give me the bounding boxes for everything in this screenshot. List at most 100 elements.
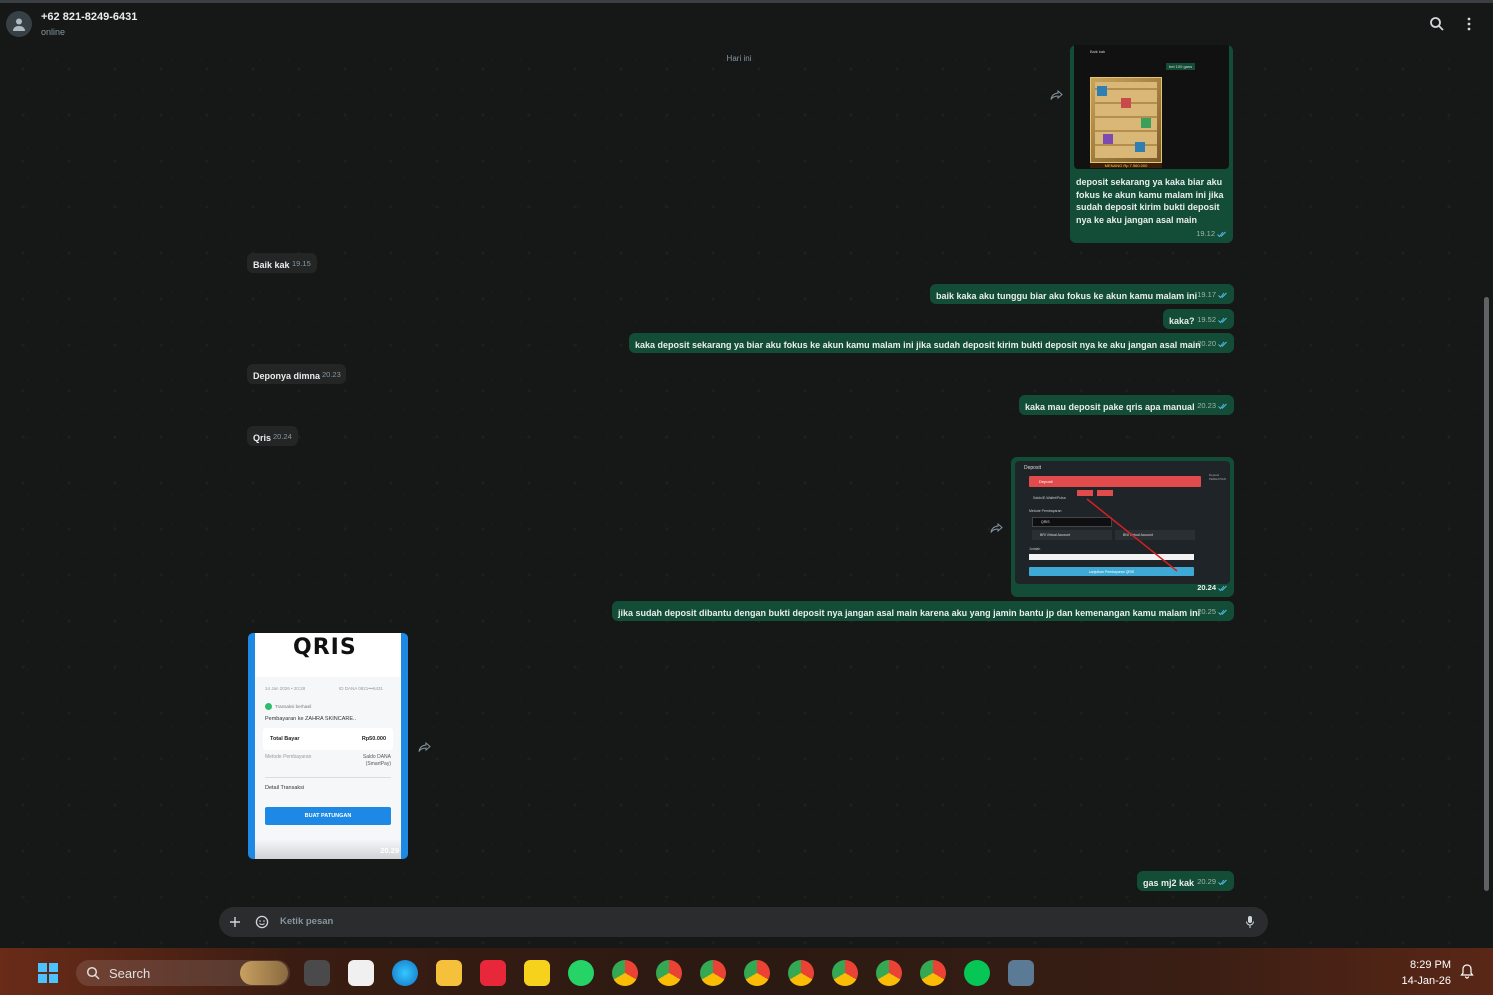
- message-bubble-out[interactable]: baik kaka aku tunggu biar aku fokus ke a…: [930, 284, 1234, 304]
- taskbar-clock[interactable]: 8:29 PM 14-Jan-26: [1401, 957, 1451, 989]
- qris-receipt-image[interactable]: QRIS 14 Jan 2026 • 20:28 ID DANA 0821•••…: [248, 633, 408, 859]
- success-icon: [265, 703, 272, 710]
- chrome-icon[interactable]: [612, 960, 638, 986]
- message-time: 20.29: [1197, 877, 1216, 886]
- whatsapp-icon[interactable]: [568, 960, 594, 986]
- receipt-method-label: Metode Pembayaran: [265, 754, 312, 760]
- sticker-icon[interactable]: [255, 915, 269, 929]
- message-time: 20.20: [1197, 339, 1216, 348]
- message-text: kaka?: [1169, 316, 1195, 326]
- message-time: 20.23: [1197, 401, 1216, 410]
- contact-avatar[interactable]: [6, 11, 32, 37]
- app-icon[interactable]: [1008, 960, 1034, 986]
- chrome-icon[interactable]: [788, 960, 814, 986]
- message-input[interactable]: Ketik pesan: [280, 916, 333, 927]
- message-time: 20.23: [322, 370, 341, 379]
- message-text: deposit sekarang ya kaka biar aku fokus …: [1076, 177, 1224, 225]
- receipt-date: 14 Jan 2026 • 20:28: [265, 686, 306, 691]
- message-text: baik kaka aku tunggu biar aku fokus ke a…: [936, 291, 1198, 301]
- person-icon: [13, 18, 25, 31]
- message-composer[interactable]: Ketik pesan: [219, 907, 1268, 937]
- search-icon[interactable]: [1428, 15, 1446, 33]
- message-bubble-out[interactable]: Baik kak bet 100 gans MENANG Rp 7.560.00…: [1070, 45, 1233, 243]
- message-time: 20.29: [380, 846, 399, 855]
- edge-icon[interactable]: [392, 960, 418, 986]
- chrome-icon[interactable]: [920, 960, 946, 986]
- chrome-icon[interactable]: [656, 960, 682, 986]
- message-time: 19.15: [292, 259, 311, 268]
- windows-start-icon[interactable]: [37, 962, 59, 984]
- forward-icon[interactable]: [990, 521, 1004, 533]
- chrome-icon[interactable]: [744, 960, 770, 986]
- chrome-icon[interactable]: [700, 960, 726, 986]
- chat-scrollbar[interactable]: [1484, 297, 1489, 891]
- taskbar-search[interactable]: Search: [76, 960, 290, 986]
- chrome-icon[interactable]: [832, 960, 858, 986]
- deposit-tab: Deposit: [1029, 476, 1201, 487]
- forward-icon[interactable]: [418, 740, 432, 752]
- forward-icon[interactable]: [1050, 88, 1064, 100]
- slot-game-image[interactable]: Baik kak bet 100 gans MENANG Rp 7.560.00…: [1074, 45, 1229, 169]
- clock-time: 8:29 PM: [1410, 959, 1451, 971]
- chat-header[interactable]: +62 821-8249-6431 online: [0, 0, 1493, 45]
- microphone-icon[interactable]: [1245, 915, 1255, 929]
- contact-status: online: [41, 27, 66, 37]
- deposit-amount-label: Jumlah: [1029, 547, 1041, 551]
- message-time: 20.25: [1197, 607, 1216, 616]
- red-arrow-annotation: [1086, 498, 1178, 572]
- wps-office-icon[interactable]: [480, 960, 506, 986]
- message-bubble-in[interactable]: Deponya dimna 20.23: [247, 364, 346, 384]
- slot-caption: Baik kak: [1090, 49, 1106, 54]
- day-separator: Hari ini: [726, 54, 752, 63]
- slot-reels: [1090, 77, 1162, 163]
- message-text: gas mj2 kak: [1143, 878, 1195, 888]
- message-time: 19.52: [1197, 315, 1216, 324]
- deposit-title: Deposit: [1024, 465, 1041, 471]
- message-bubble-in[interactable]: Baik kak 19.15: [247, 253, 317, 273]
- notification-bell-icon[interactable]: [1459, 963, 1475, 979]
- attach-plus-icon[interactable]: [229, 916, 241, 928]
- read-receipt-icon: [1218, 341, 1227, 348]
- read-receipt-icon: [1218, 292, 1227, 299]
- message-text: jika sudah deposit dibantu dengan bukti …: [618, 608, 1201, 618]
- message-time: 19.17: [1197, 290, 1216, 299]
- receipt-account: ID DANA 0821•••6431: [339, 686, 384, 691]
- deposit-side-note: Deposit PERHATIAN: [1209, 473, 1226, 481]
- file-explorer-icon[interactable]: [436, 960, 462, 986]
- notepad-icon[interactable]: [348, 960, 374, 986]
- sticky-notes-icon[interactable]: [524, 960, 550, 986]
- message-bubble-out[interactable]: Deposit Deposit Saldo/E-Wallet/Pulsa Met…: [1011, 457, 1234, 597]
- message-bubble-out[interactable]: kaka deposit sekarang ya biar aku fokus …: [629, 333, 1234, 353]
- message-text: Deponya dimna: [253, 371, 321, 381]
- read-receipt-icon: [1218, 879, 1227, 886]
- read-receipt-icon: [1218, 609, 1227, 616]
- message-list[interactable]: Hari ini Baik kak bet 100 gans MENANG Rp…: [0, 0, 1493, 948]
- read-receipt-icon: [1217, 231, 1226, 238]
- read-receipt-icon: [1218, 585, 1227, 592]
- receipt-total-box: Total Bayar Rp50.000: [263, 728, 393, 750]
- chrome-icon[interactable]: [876, 960, 902, 986]
- deposit-method-label: Metode Pembayaran: [1029, 509, 1062, 513]
- search-highlight-image: [240, 961, 288, 985]
- receipt-button: BUAT PATUNGAN: [265, 807, 391, 825]
- message-bubble-out[interactable]: kaka mau deposit pake qris apa manual 20…: [1019, 395, 1234, 415]
- deposit-row-label: Saldo/E-Wallet/Pulsa: [1033, 496, 1066, 500]
- message-bubble-in[interactable]: Qris 20.24: [247, 426, 298, 446]
- search-icon: [86, 966, 100, 980]
- task-view-icon[interactable]: [304, 960, 330, 986]
- message-bubble-out[interactable]: gas mj2 kak 20.29: [1137, 871, 1234, 891]
- message-bubble-out[interactable]: kaka? 19.52: [1163, 309, 1234, 329]
- slot-win-text: MENANG Rp 7.560.000: [1090, 163, 1162, 168]
- more-options-icon[interactable]: [1460, 15, 1478, 33]
- read-receipt-icon: [1218, 403, 1227, 410]
- receipt-detail-label: Detail Transaksi: [265, 785, 305, 791]
- contact-name[interactable]: +62 821-8249-6431: [41, 11, 137, 23]
- qris-logo: QRIS: [293, 635, 357, 660]
- message-bubble-out[interactable]: jika sudah deposit dibantu dengan bukti …: [612, 601, 1234, 621]
- receipt-status: Transaksi berhasil: [275, 704, 312, 709]
- clock-date: 14-Jan-26: [1401, 975, 1451, 987]
- deposit-screenshot-image[interactable]: Deposit Deposit Saldo/E-Wallet/Pulsa Met…: [1015, 461, 1230, 584]
- line-app-icon[interactable]: [964, 960, 990, 986]
- taskbar-search-label: Search: [109, 966, 151, 981]
- message-time: 20.24: [1197, 583, 1216, 592]
